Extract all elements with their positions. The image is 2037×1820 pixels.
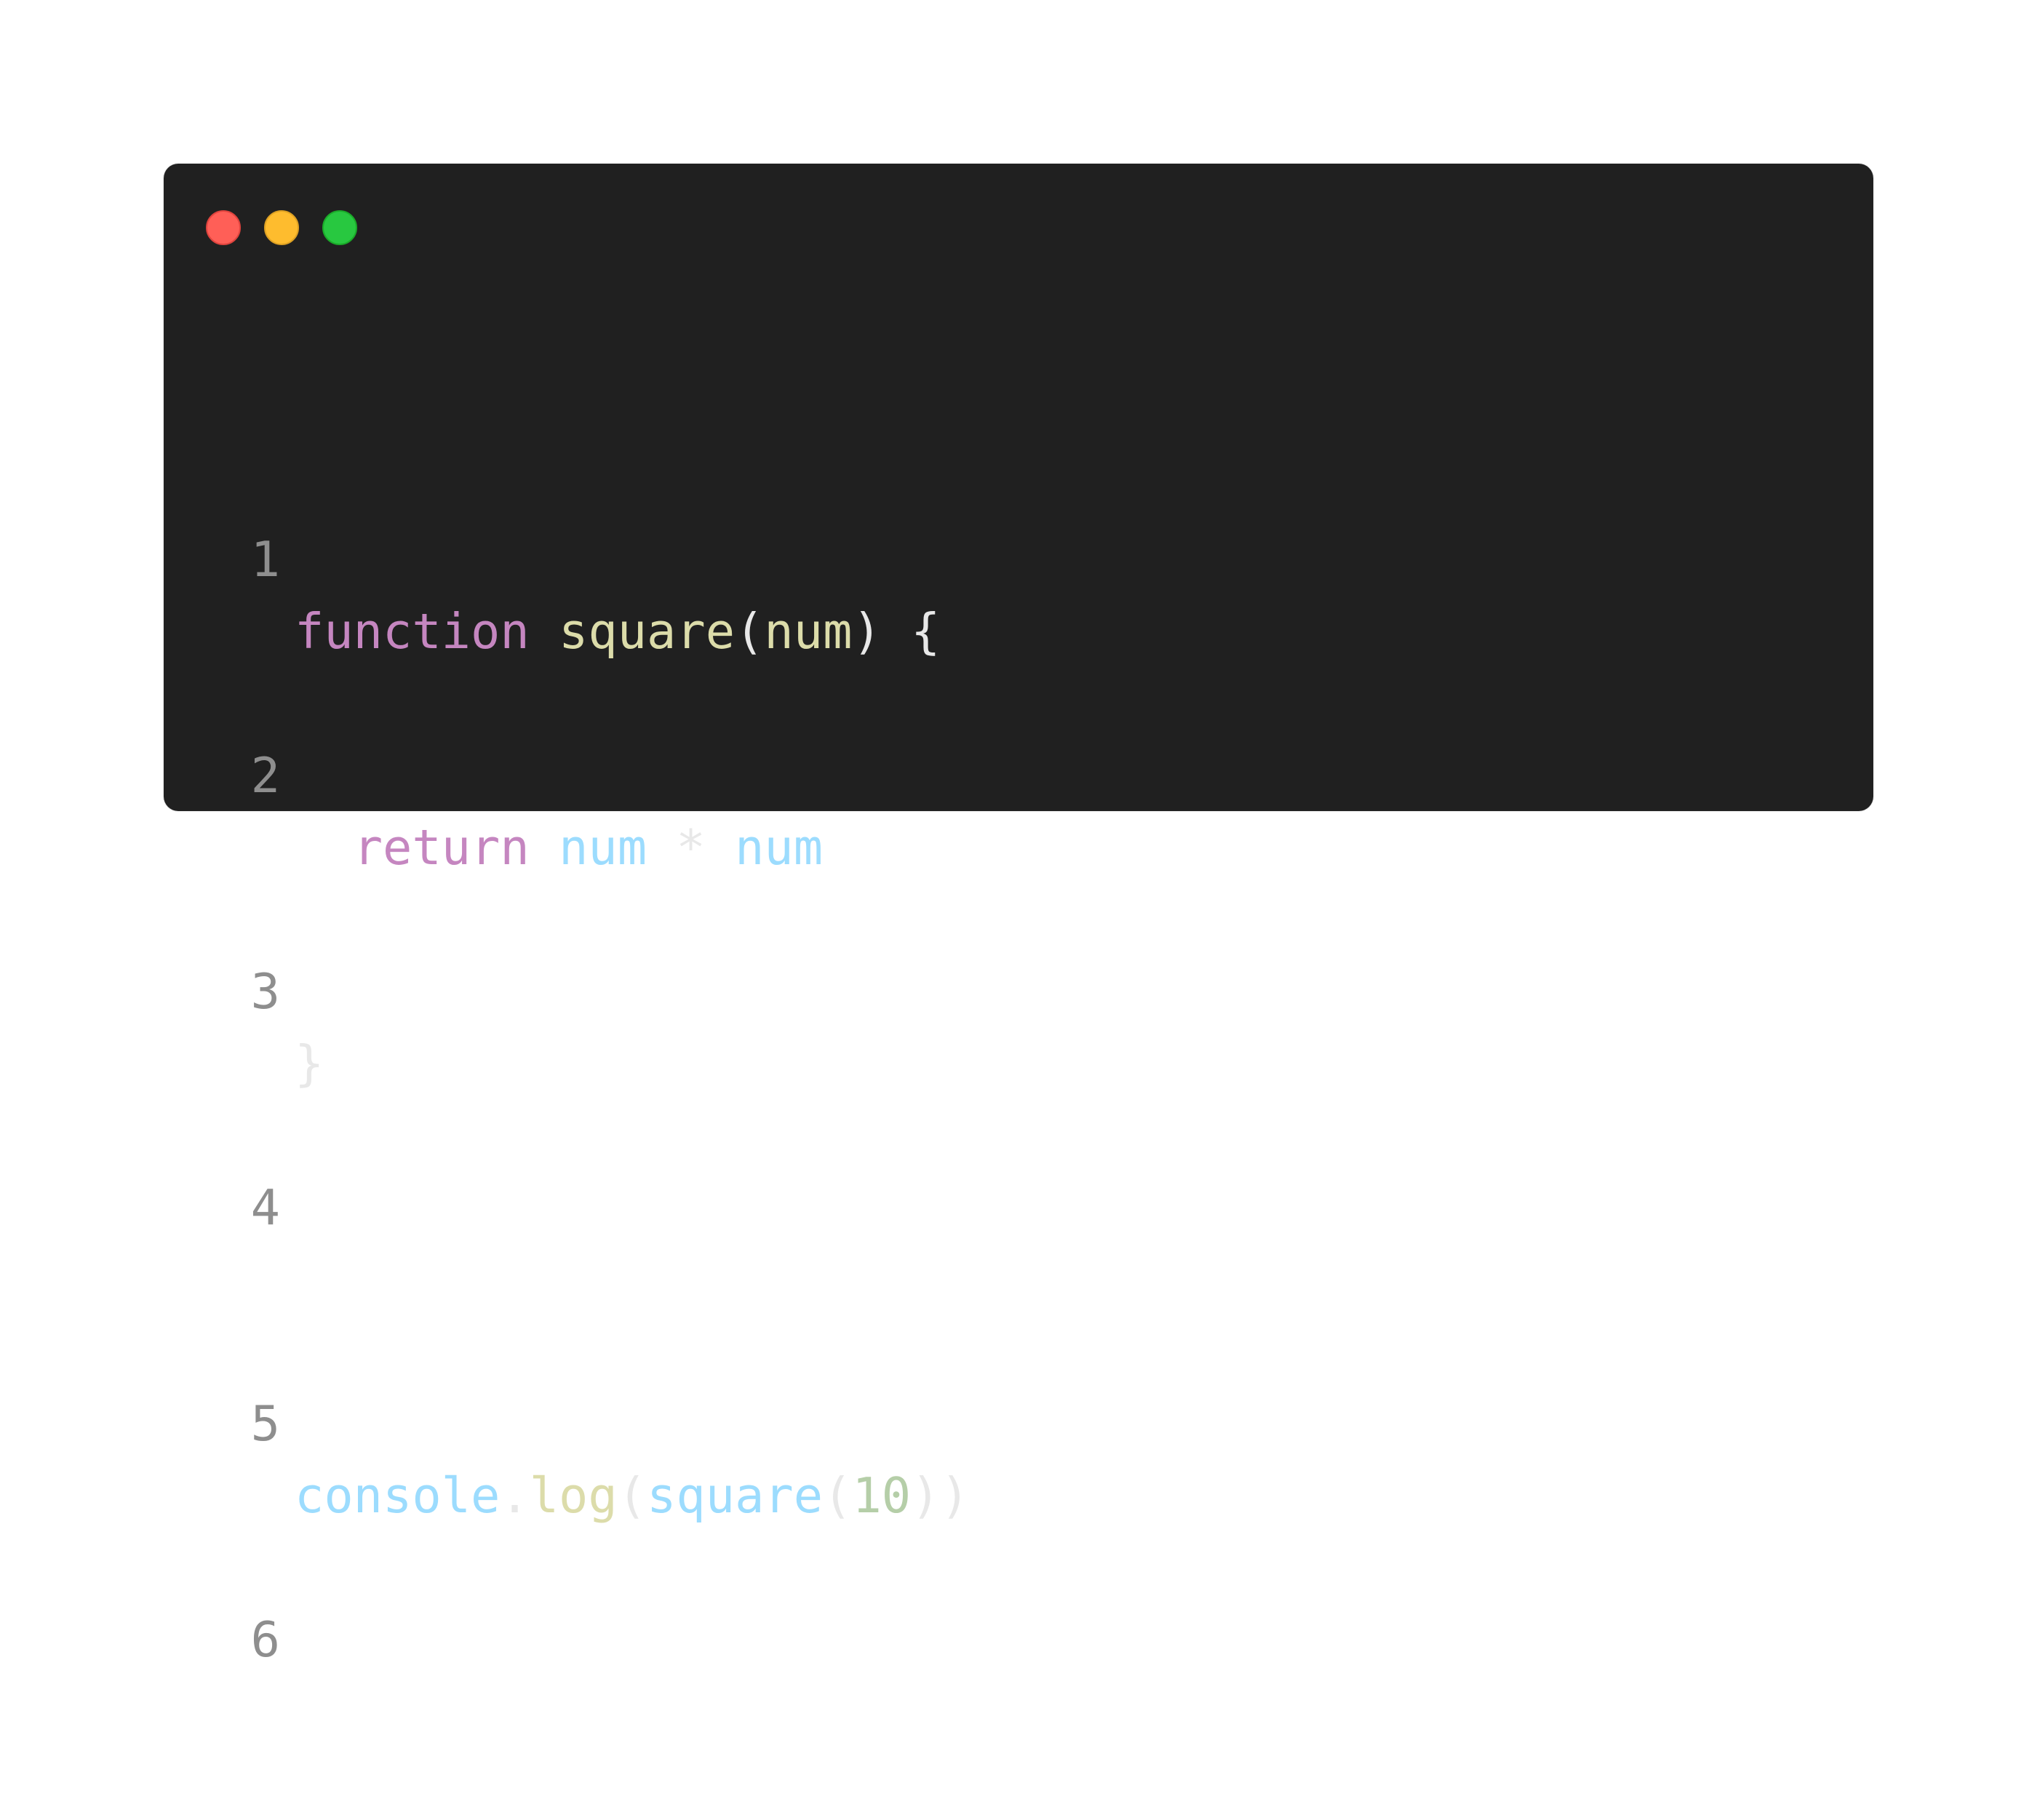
close-button[interactable] [206, 210, 241, 245]
code-line: 6 [164, 1532, 1873, 1668]
code-line: 2 return num * num [164, 668, 1873, 876]
code-line: 5 console.log(square(10)) [164, 1316, 1873, 1524]
code-line: 3 } [164, 884, 1873, 1092]
maximize-button[interactable] [322, 210, 357, 245]
code-token-variable: num [735, 819, 824, 876]
code-token-variable: num [559, 819, 647, 876]
code-token-keyword: return [353, 819, 530, 876]
code-token-function: num [764, 603, 853, 660]
code-token-function: log [529, 1467, 618, 1524]
code-token-keyword: function [295, 603, 530, 660]
line-source: console.log(square(10)) [295, 1460, 970, 1532]
code-token-punctuation: } [295, 1035, 324, 1092]
code-token-punctuation: ( [735, 603, 765, 660]
code-token-punctuation [530, 819, 559, 876]
code-line: 1 function square(num) { [164, 452, 1873, 660]
line-number: 4 [250, 1179, 280, 1236]
code-token-punctuation: ( [617, 1467, 647, 1524]
code-token-punctuation: . [500, 1467, 530, 1524]
line-source: return num * num [295, 812, 823, 884]
code-token-function: square [559, 603, 736, 660]
code-token-punctuation: * [647, 819, 736, 876]
line-source: } [295, 1028, 324, 1100]
line-number: 6 [250, 1611, 280, 1668]
code-token-punctuation: )) [911, 1467, 970, 1524]
code-line: 4 [164, 1100, 1873, 1236]
code-token-punctuation: ) { [852, 603, 941, 660]
code-token-variable: console [295, 1467, 501, 1524]
code-window: 1 function square(num) { 2 return num * … [164, 164, 1873, 1668]
code-token-variable: square [647, 1467, 824, 1524]
line-source: function square(num) { [295, 596, 940, 668]
code-token-punctuation [530, 603, 559, 660]
minimize-button[interactable] [264, 210, 299, 245]
code-token-punctuation [295, 819, 354, 876]
code-block: 1 function square(num) { 2 return num * … [164, 308, 1873, 1748]
line-number: 2 [250, 747, 280, 804]
line-number: 5 [250, 1395, 280, 1452]
code-token-punctuation: ( [823, 1467, 853, 1524]
line-number: 1 [250, 531, 280, 588]
code-token-number: 10 [852, 1467, 912, 1524]
line-number: 3 [250, 963, 280, 1020]
